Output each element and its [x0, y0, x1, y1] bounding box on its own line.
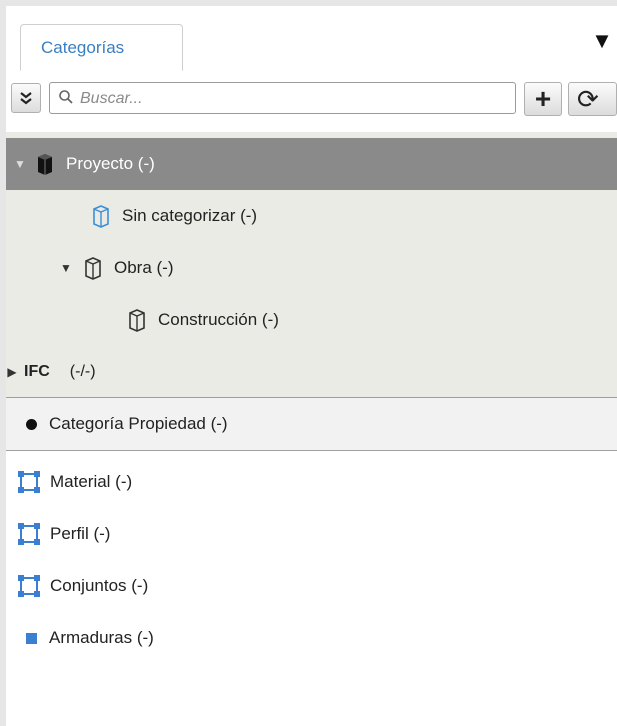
search-input[interactable]	[78, 86, 512, 112]
expand-caret-icon[interactable]: ▼	[12, 157, 28, 171]
property-header-label: Categoría Propiedad (-)	[49, 414, 228, 433]
collapse-all-button[interactable]	[11, 83, 41, 113]
bullet-icon	[26, 418, 37, 430]
double-chevron-down-icon	[20, 92, 32, 105]
tab-menu-dropdown-icon[interactable]: ▼	[587, 26, 617, 56]
tree-item-obra[interactable]: ▼ Obra (-)	[6, 242, 617, 294]
box-icon	[124, 307, 150, 333]
category-tree: ▼ Proyecto (-) Sin categorizar (-) ▼ Obr…	[6, 132, 617, 397]
small-square-icon	[26, 632, 37, 644]
node-square-icon	[16, 469, 42, 495]
list-item-label: Armaduras (-)	[49, 628, 154, 647]
expand-caret-icon[interactable]: ▼	[58, 261, 74, 275]
search-icon	[59, 90, 73, 104]
tree-item-sin-categorizar[interactable]: Sin categorizar (-)	[6, 190, 617, 242]
tree-item-proyecto[interactable]: ▼ Proyecto (-)	[6, 138, 617, 190]
refresh-button[interactable]: ⟳	[568, 82, 617, 116]
tab-label: Categorías	[41, 38, 125, 57]
tab-categorias[interactable]: Categorías	[20, 24, 183, 71]
list-item-label: Conjuntos (-)	[50, 576, 149, 595]
categories-panel: Categorías ▼ + ⟳ ▼	[6, 6, 617, 726]
list-item-conjuntos[interactable]: Conjuntos (-)	[6, 560, 617, 612]
list-item-armaduras[interactable]: Armaduras (-)	[6, 612, 617, 664]
tree-item-ifc[interactable]: ▶ IFC (-/-)	[6, 346, 617, 398]
ifc-count: (-/-)	[69, 363, 96, 380]
box-icon	[88, 203, 114, 229]
list-item-material[interactable]: Material (-)	[6, 456, 617, 508]
tree-item-label: Proyecto (-)	[66, 154, 155, 173]
tree-item-construccion[interactable]: Construcción (-)	[6, 294, 617, 346]
box-solid-icon	[32, 151, 58, 177]
tree-item-label: Sin categorizar (-)	[122, 206, 258, 225]
node-square-icon	[16, 573, 42, 599]
tree-item-label: Obra (-)	[114, 258, 174, 277]
tab-bar: Categorías ▼	[6, 6, 617, 73]
ifc-label: IFC	[24, 363, 50, 380]
collapsed-caret-icon[interactable]: ▶	[4, 365, 20, 379]
search-box[interactable]	[49, 82, 516, 114]
list-item-label: Perfil (-)	[50, 524, 111, 543]
add-button[interactable]: +	[524, 82, 562, 116]
list-item-label: Material (-)	[50, 472, 133, 491]
toolbar: + ⟳	[6, 72, 617, 132]
property-category-header[interactable]: Categoría Propiedad (-)	[6, 397, 617, 451]
node-square-icon	[16, 521, 42, 547]
box-icon	[80, 255, 106, 281]
tree-item-label: Construcción (-)	[158, 310, 279, 329]
list-item-perfil[interactable]: Perfil (-)	[6, 508, 617, 560]
